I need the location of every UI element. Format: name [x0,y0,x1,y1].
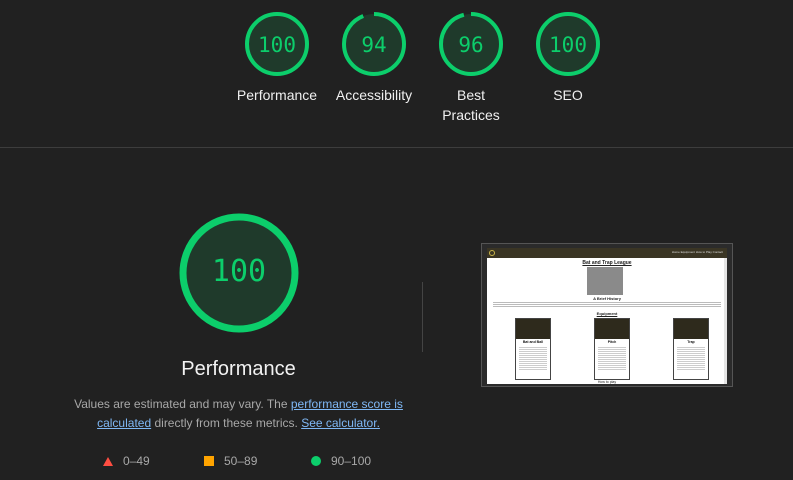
legend-range: 50–89 [224,454,258,468]
thumbnail-card: Bat and Ball [515,318,551,380]
gauge-label: Best Practices [442,87,500,123]
section-divider [0,147,793,148]
gauge-label: Accessibility [335,87,413,103]
gauge-score: 94 [361,33,387,57]
thumbnail-nav-links: Home Equipment How to Play Contact [671,250,723,254]
thumbnail-page: Home Equipment How to Play Contact Bat a… [487,248,727,384]
page-screenshot-thumbnail[interactable]: Home Equipment How to Play Contact Bat a… [481,243,733,387]
card-text [677,346,705,370]
thumbnail-card: Trap [673,318,709,380]
note-text: Values are estimated and may vary. The [74,397,291,411]
performance-note: Values are estimated and may vary. The p… [60,395,417,433]
note-text: directly from these metrics. [151,416,302,430]
thumbnail-hero-image [587,267,623,295]
performance-title: Performance [181,358,296,380]
thumbnail-paragraph [493,301,721,307]
card-image [595,319,629,339]
gauge-score: 100 [549,33,587,57]
thumbnail-title: Bat and Trap League [582,260,632,266]
thumbnail-scrollbar [724,258,727,384]
circle-icon [311,456,321,466]
gauge-accessibility[interactable]: 94 Accessibility [324,11,424,105]
legend-range: 0–49 [123,454,150,468]
legend-average: 50–89 [204,452,257,470]
card-image [516,319,550,339]
calculator-link[interactable]: See calculator. [301,416,380,430]
thumbnail-card: Pitch [594,318,630,380]
thumbnail-navbar: Home Equipment How to Play Contact [487,248,727,258]
card-name: Pitch [607,340,617,344]
performance-score: 100 [211,254,267,289]
card-name: Bat and Ball [522,340,544,344]
thumbnail-footer-heading: How to play [597,380,617,384]
card-text [598,346,626,370]
gauge-label: Performance [236,87,318,103]
performance-gauge: 100 [178,212,300,334]
score-legend: 0–49 50–89 90–100 [0,452,477,470]
gauge-label: SEO [553,87,583,103]
vertical-separator [422,282,423,352]
gauge-score: 100 [258,33,296,57]
card-image [674,319,708,339]
gauge-score: 96 [458,33,484,57]
gauge-seo[interactable]: 100 SEO [518,11,618,105]
card-name: Trap [687,340,695,344]
legend-fail: 0–49 [103,452,150,470]
legend-range: 90–100 [331,454,372,468]
legend-pass: 90–100 [311,452,371,470]
card-text [519,346,547,370]
gauge-performance[interactable]: 100 Performance [227,11,327,105]
logo-icon [489,250,495,256]
square-icon [204,456,214,466]
thumbnail-section-heading: Equipment [596,311,618,316]
category-summary: 100 Performance 94 Accessibility 96 Best… [0,0,793,147]
gauge-best-practices[interactable]: 96 Best Practices [421,11,521,125]
triangle-icon [103,457,113,466]
